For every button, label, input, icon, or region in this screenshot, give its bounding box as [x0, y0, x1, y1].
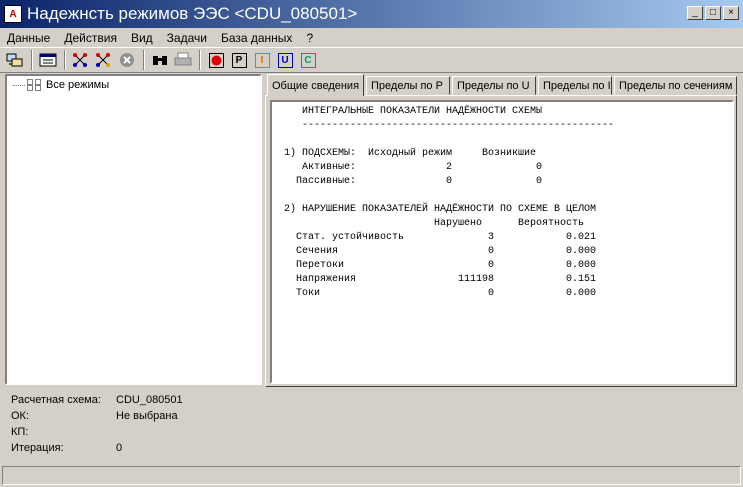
- tree-panel[interactable]: Все режимы: [5, 74, 262, 385]
- menu-data[interactable]: Данные: [0, 31, 57, 45]
- u-mode-letter: U: [277, 52, 293, 68]
- info-panel: Расчетная схема: CDU_080501 ОК: Не выбра…: [5, 390, 738, 462]
- menu-tasks[interactable]: Задачи: [160, 31, 214, 45]
- tab-limits-p[interactable]: Пределы по P: [366, 76, 450, 95]
- app-icon[interactable]: A: [4, 5, 22, 23]
- menu-view[interactable]: Вид: [124, 31, 160, 45]
- toolbar-separator: [143, 50, 145, 70]
- report-line: 1) ПОДСХЕМЫ: Исходный режим Возникшие: [272, 148, 537, 159]
- menu-help[interactable]: ?: [299, 31, 320, 45]
- menu-actions[interactable]: Действия: [57, 31, 124, 45]
- record-icon[interactable]: [205, 49, 227, 71]
- network-remove-icon[interactable]: [93, 49, 115, 71]
- c-mode-icon[interactable]: C: [297, 49, 319, 71]
- info-label: КП:: [11, 426, 29, 438]
- report-line: ----------------------------------------…: [272, 120, 615, 131]
- connect-icon[interactable]: [4, 49, 26, 71]
- title-bar: A Надежнсть режимов ЭЭС <CDU_080501> _ □…: [0, 0, 743, 28]
- tree-node-icon: [27, 79, 41, 91]
- toolbar: P I U C: [0, 47, 743, 73]
- menu-database[interactable]: База данных: [214, 31, 299, 45]
- info-label: ОК:: [11, 410, 30, 422]
- report-text-area[interactable]: ИНТЕГРАЛЬНЫЕ ПОКАЗАТЕЛИ НАДЁЖНОСТИ СХЕМЫ…: [270, 100, 734, 384]
- report-line: Напряжения 111198 0.151: [272, 274, 597, 285]
- toolbar-separator: [199, 50, 201, 70]
- info-label: Итерация:: [11, 442, 64, 454]
- p-mode-icon[interactable]: P: [228, 49, 250, 71]
- maximize-button[interactable]: □: [705, 6, 721, 20]
- printer-icon[interactable]: [172, 49, 194, 71]
- tab-limits-sections[interactable]: Пределы по сечениям: [614, 76, 737, 95]
- report-line: Нарушено Вероятность: [272, 218, 585, 229]
- tab-limits-i[interactable]: Пределы по I: [538, 76, 612, 95]
- network-add-icon[interactable]: [70, 49, 92, 71]
- menu-bar: Данные Действия Вид Задачи База данных ?: [0, 28, 743, 47]
- minimize-button[interactable]: _: [687, 6, 703, 20]
- tab-content: ИНТЕГРАЛЬНЫЕ ПОКАЗАТЕЛИ НАДЁЖНОСТИ СХЕМЫ…: [265, 95, 737, 387]
- tree-item-label: Все режимы: [46, 79, 110, 91]
- tree-item-all-modes[interactable]: Все режимы: [13, 79, 109, 91]
- window-title: Надежнсть режимов ЭЭС <CDU_080501>: [27, 4, 358, 23]
- info-label: Расчетная схема:: [11, 394, 101, 406]
- report-line: Перетоки 0 0.000: [272, 260, 597, 271]
- tree-connector: [13, 84, 25, 86]
- u-mode-icon[interactable]: U: [274, 49, 296, 71]
- c-mode-letter: C: [300, 52, 316, 68]
- info-value: 0: [116, 442, 123, 454]
- tab-general[interactable]: Общие сведения: [267, 74, 364, 96]
- p-mode-letter: P: [231, 52, 247, 68]
- binoculars-icon[interactable]: [149, 49, 171, 71]
- info-value: Не выбрана: [116, 410, 178, 422]
- close-button[interactable]: ×: [723, 6, 739, 20]
- toolbar-separator: [64, 50, 66, 70]
- report-line: ИНТЕГРАЛЬНЫЕ ПОКАЗАТЕЛИ НАДЁЖНОСТИ СХЕМЫ: [272, 106, 543, 117]
- table-icon[interactable]: [37, 49, 59, 71]
- i-mode-letter: I: [254, 52, 270, 68]
- i-mode-icon[interactable]: I: [251, 49, 273, 71]
- report-line: 2) НАРУШЕНИЕ ПОКАЗАТЕЛЕЙ НАДЁЖНОСТИ ПО С…: [272, 204, 597, 215]
- stop-circle-icon[interactable]: [116, 49, 138, 71]
- status-bar: [2, 466, 741, 485]
- report-line: Токи 0 0.000: [272, 288, 597, 299]
- info-value: CDU_080501: [116, 394, 183, 406]
- report-line: Сечения 0 0.000: [272, 246, 597, 257]
- report-line: Активные: 2 0: [272, 162, 543, 173]
- toolbar-separator: [31, 50, 33, 70]
- tab-strip: Общие сведения Пределы по P Пределы по U…: [267, 74, 739, 96]
- report-line: Пассивные: 0 0: [272, 176, 543, 187]
- tab-limits-u[interactable]: Пределы по U: [452, 76, 536, 95]
- report-line: Стат. устойчивость 3 0.021: [272, 232, 597, 243]
